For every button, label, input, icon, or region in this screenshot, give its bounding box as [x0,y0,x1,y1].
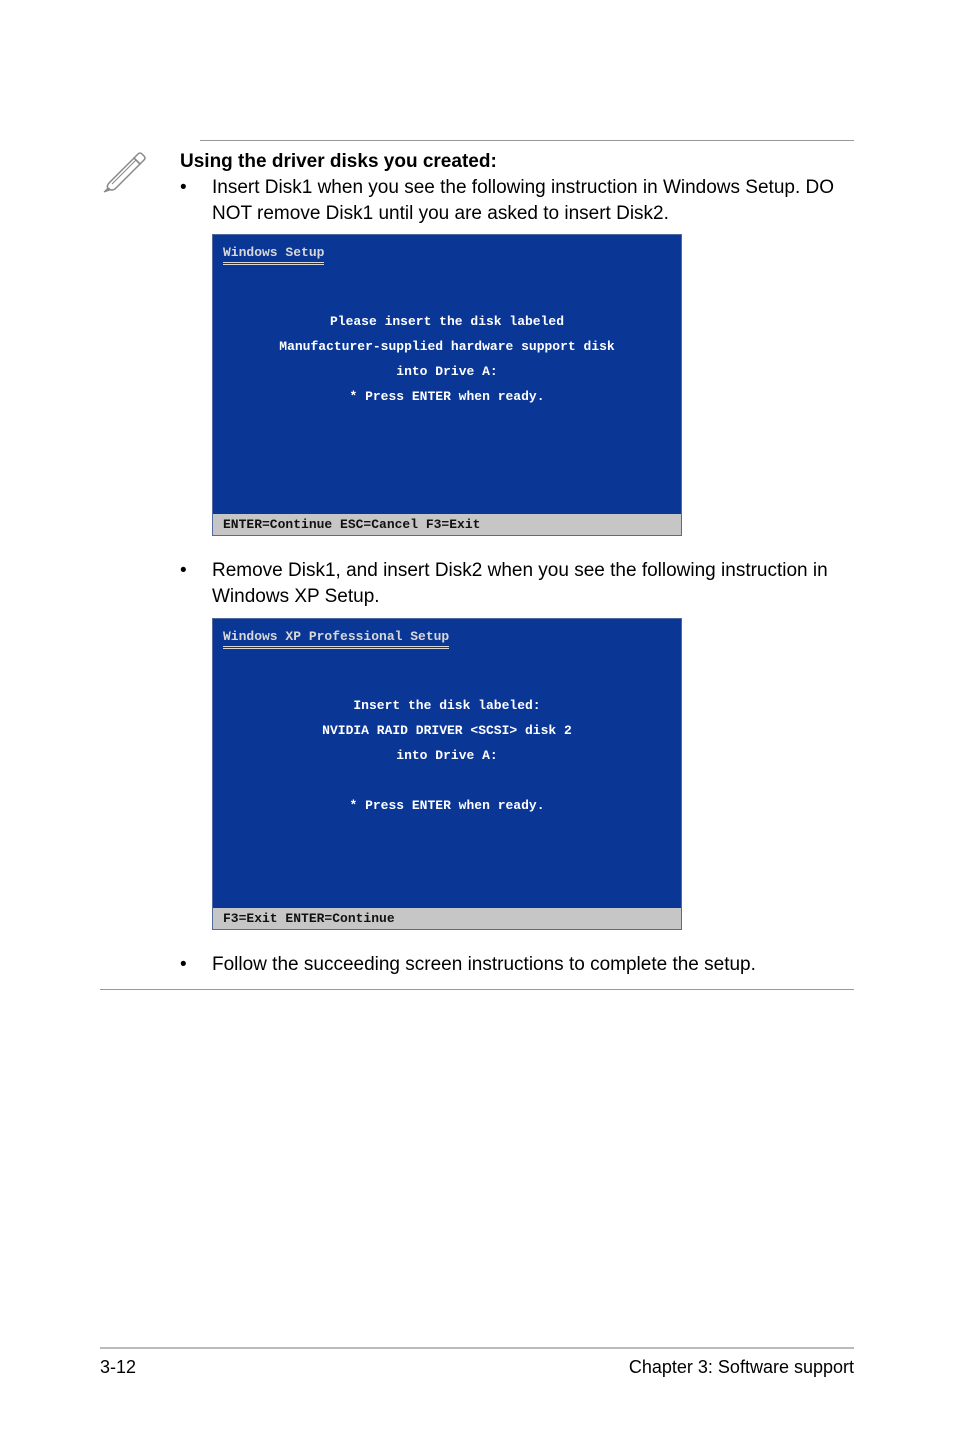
setup-footer-bar: ENTER=Continue ESC=Cancel F3=Exit [213,514,681,535]
setup-line: * Press ENTER when ready. [233,389,661,404]
setup-line: Please insert the disk labeled [233,314,661,329]
bullet-item: • Remove Disk1, and insert Disk2 when yo… [180,558,854,609]
note-block: Using the driver disks you created: • In… [100,151,854,952]
setup-body: Insert the disk labeled: NVIDIA RAID DRI… [213,653,681,908]
bullet-text: Follow the succeeding screen instruction… [212,952,854,978]
bullet-item: • Insert Disk1 when you see the followin… [180,175,854,226]
setup-line: Insert the disk labeled: [233,698,661,713]
note-heading: Using the driver disks you created: [180,151,854,173]
setup-title-text: Windows XP Professional Setup [223,629,449,649]
page-footer: 3-12 Chapter 3: Software support [100,1347,854,1378]
setup-line: NVIDIA RAID DRIVER <SCSI> disk 2 [233,723,661,738]
setup-body: Please insert the disk labeled Manufactu… [213,269,681,514]
chapter-label: Chapter 3: Software support [629,1357,854,1378]
setup-title-bar: Windows Setup [213,235,681,269]
page-number: 3-12 [100,1357,136,1378]
bullet-marker: • [180,175,212,226]
bullet-text: Remove Disk1, and insert Disk2 when you … [212,558,854,609]
note-content: Using the driver disks you created: • In… [180,151,854,952]
top-horizontal-rule [200,140,854,141]
setup-line: Manufacturer-supplied hardware support d… [233,339,661,354]
setup-line: * Press ENTER when ready. [233,798,661,813]
pencil-note-icon [100,146,150,196]
bullet-text: Insert Disk1 when you see the following … [212,175,854,226]
bullet-marker: • [180,558,212,609]
windows-setup-screen-1: Windows Setup Please insert the disk lab… [212,234,682,536]
bottom-horizontal-rule [100,989,854,990]
setup-footer-bar: F3=Exit ENTER=Continue [213,908,681,929]
windows-setup-screen-2: Windows XP Professional Setup Insert the… [212,618,682,930]
setup-line: into Drive A: [233,748,661,763]
setup-line: into Drive A: [233,364,661,379]
setup-title-text: Windows Setup [223,245,324,265]
bullet-marker: • [180,952,212,978]
bullet-item: • Follow the succeeding screen instructi… [180,952,854,978]
setup-title-bar: Windows XP Professional Setup [213,619,681,653]
